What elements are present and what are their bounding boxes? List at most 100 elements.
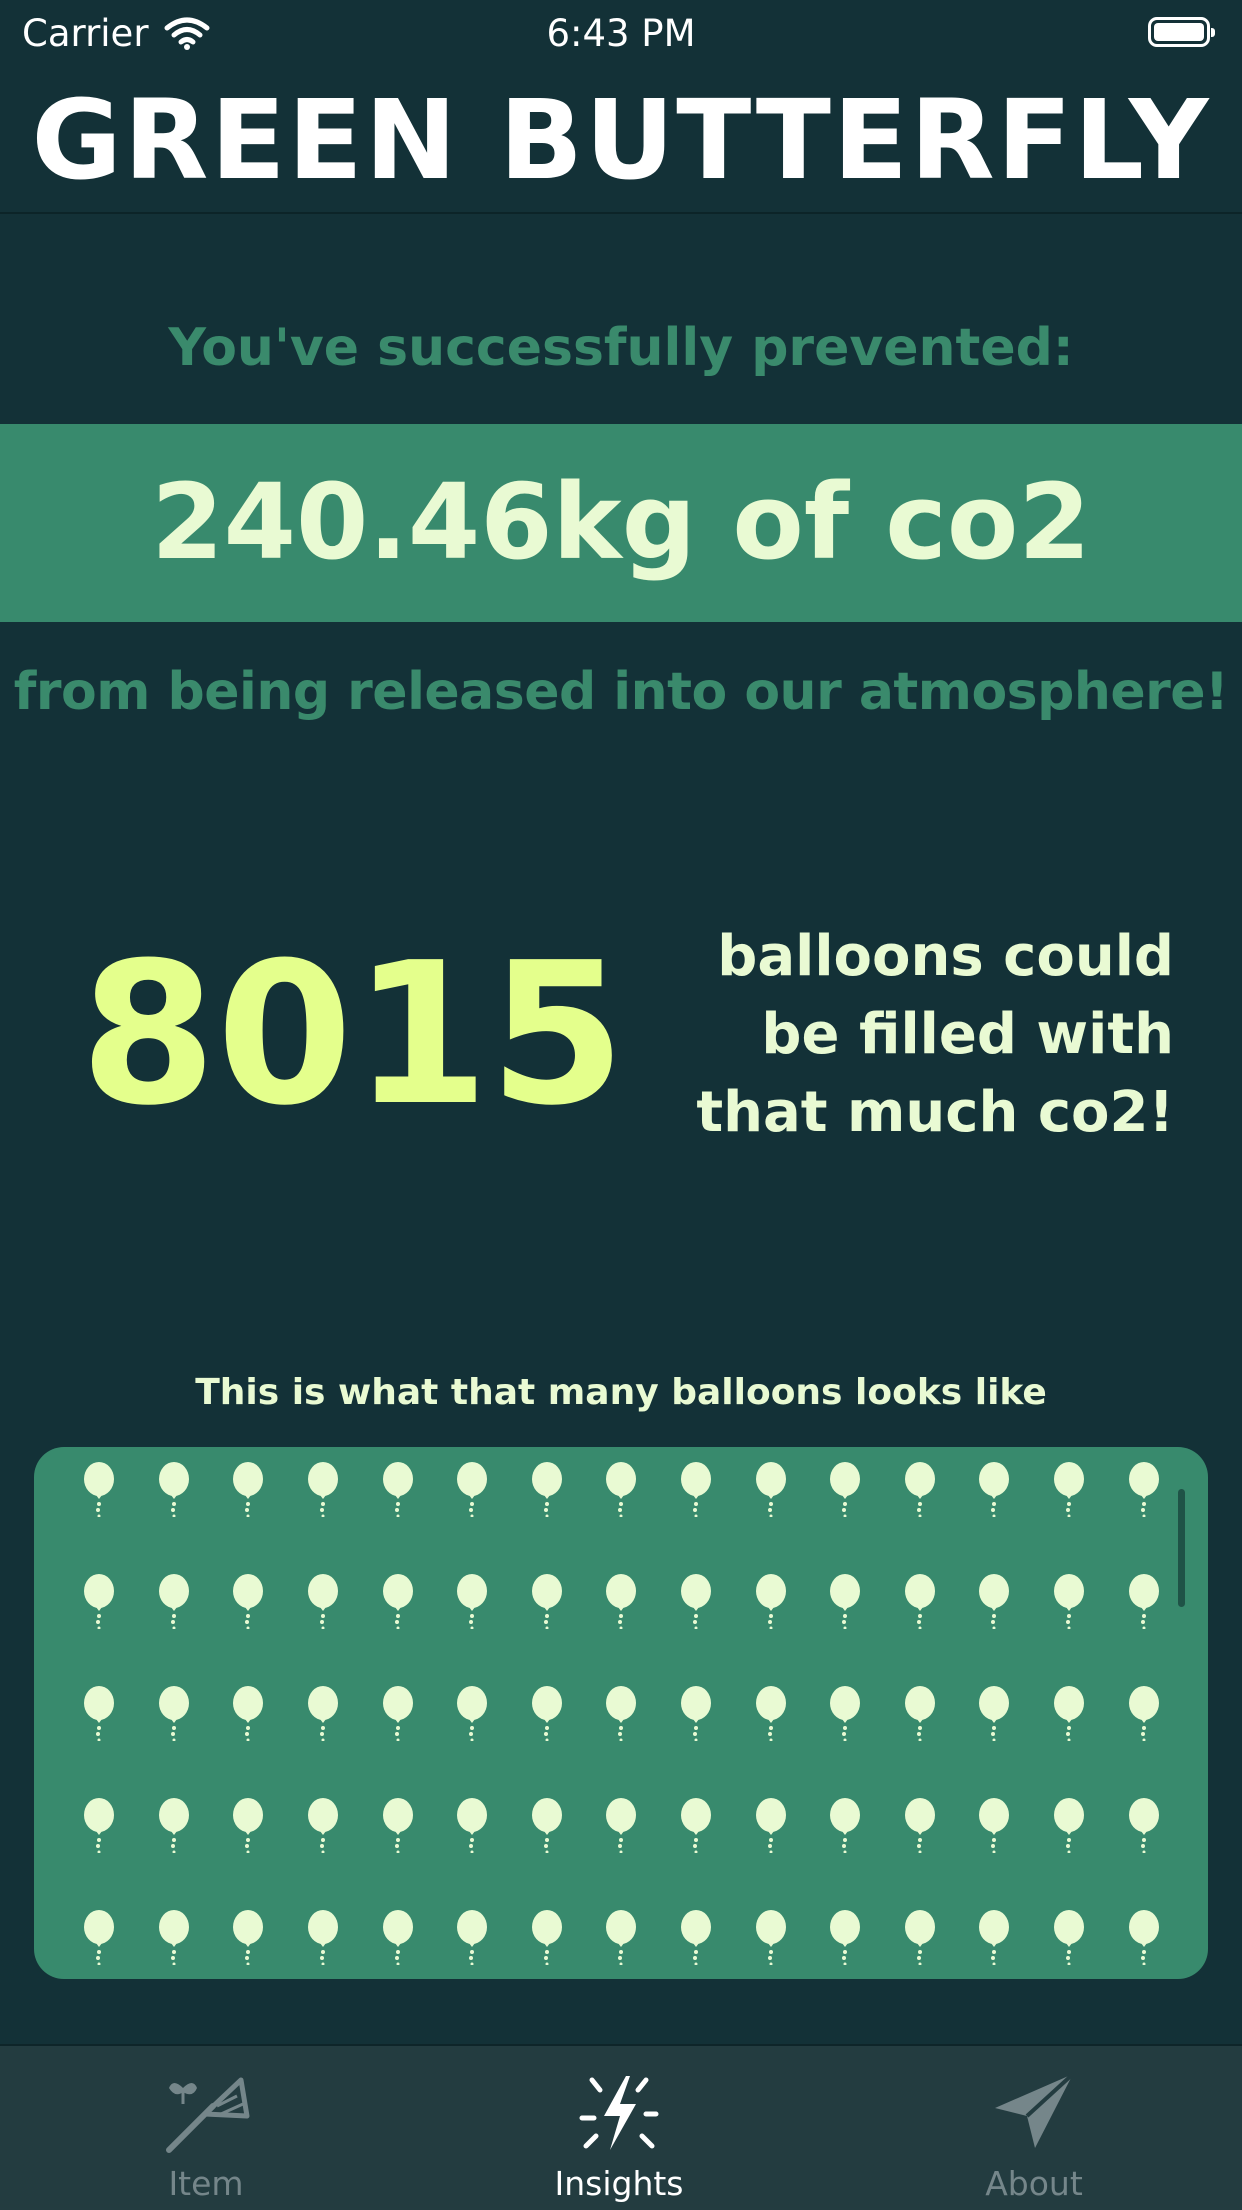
balloon-icon [979, 1574, 1010, 1629]
balloon-caption-line: be filled with [761, 1002, 1174, 1067]
balloon-icon [979, 1798, 1010, 1853]
balloon-icon [308, 1798, 339, 1853]
balloon-grid-title: This is what that many balloons looks li… [195, 1372, 1047, 1413]
balloon-icon [233, 1798, 264, 1853]
balloon-icon [755, 1798, 786, 1853]
app-header: GREEN BUTTERFLY [0, 68, 1242, 214]
balloon-icon [979, 1462, 1010, 1517]
balloon-icon [606, 1798, 637, 1853]
sparkle-bolt-icon [579, 2076, 659, 2150]
balloon-icon [382, 1686, 413, 1741]
balloon-icon [308, 1686, 339, 1741]
balloon-icon [830, 1798, 861, 1853]
balloon-icon [681, 1798, 712, 1853]
balloon-icon [681, 1462, 712, 1517]
balloon-icon [904, 1910, 935, 1965]
balloon-icon [979, 1686, 1010, 1741]
balloon-icon [158, 1574, 189, 1629]
balloon-icon [755, 1574, 786, 1629]
balloon-icon [755, 1686, 786, 1741]
balloon-caption: balloons could be filled with that much … [640, 918, 1174, 1152]
balloon-scroll-panel[interactable] [34, 1447, 1208, 1979]
tab-label: Item [168, 2164, 244, 2203]
balloon-icon [308, 1574, 339, 1629]
balloon-icon [1128, 1574, 1159, 1629]
balloon-icon [382, 1910, 413, 1965]
balloon-grid [62, 1461, 1181, 1979]
balloon-icon [904, 1574, 935, 1629]
balloon-icon [830, 1686, 861, 1741]
tab-bar: Item Insights About [0, 2044, 1242, 2210]
balloon-icon [233, 1910, 264, 1965]
balloon-caption-line: balloons could [717, 924, 1174, 989]
battery-icon [1148, 17, 1215, 47]
balloon-icon [1128, 1686, 1159, 1741]
balloon-icon [382, 1574, 413, 1629]
balloon-icon [606, 1462, 637, 1517]
tab-insights[interactable]: Insights [499, 2046, 739, 2210]
co2-amount-band: 240.46kg of co2 [0, 424, 1242, 622]
balloon-icon [681, 1574, 712, 1629]
balloon-icon [308, 1462, 339, 1517]
balloon-icon [233, 1686, 264, 1741]
balloon-icon [904, 1798, 935, 1853]
prevented-outro-text: from being released into our atmosphere! [13, 662, 1229, 722]
balloon-icon [979, 1910, 1010, 1965]
balloon-icon [84, 1798, 115, 1853]
balloon-icon [606, 1686, 637, 1741]
balloon-icon [681, 1910, 712, 1965]
balloon-icon [904, 1686, 935, 1741]
tab-label: About [985, 2164, 1083, 2203]
status-bar: Carrier 6:43 PM [0, 0, 1242, 68]
balloon-icon [830, 1910, 861, 1965]
balloon-icon [233, 1462, 264, 1517]
balloon-count: 8015 [80, 921, 626, 1149]
balloon-icon [531, 1910, 562, 1965]
prevented-intro-text: You've successfully prevented: [168, 318, 1074, 378]
scrollbar[interactable] [1178, 1489, 1185, 1607]
balloon-icon [755, 1462, 786, 1517]
balloon-icon [531, 1574, 562, 1629]
balloon-icon [457, 1686, 488, 1741]
balloon-icon [1054, 1574, 1085, 1629]
balloon-icon [531, 1462, 562, 1517]
balloon-icon [382, 1462, 413, 1517]
tab-item[interactable]: Item [86, 2046, 326, 2210]
balloon-icon [1128, 1462, 1159, 1517]
balloon-icon [84, 1574, 115, 1629]
balloon-icon [1054, 1686, 1085, 1741]
balloon-icon [158, 1798, 189, 1853]
balloon-icon [830, 1462, 861, 1517]
balloon-icon [158, 1686, 189, 1741]
balloon-icon [531, 1798, 562, 1853]
balloon-icon [308, 1910, 339, 1965]
balloon-icon [1054, 1798, 1085, 1853]
app-title: GREEN BUTTERFLY [31, 76, 1211, 204]
balloon-icon [158, 1462, 189, 1517]
balloon-icon [531, 1686, 562, 1741]
balloon-icon [457, 1798, 488, 1853]
balloon-icon [457, 1574, 488, 1629]
paper-plane-icon [995, 2072, 1075, 2148]
balloon-icon [457, 1910, 488, 1965]
balloon-icon [606, 1574, 637, 1629]
balloon-icon [84, 1686, 115, 1741]
balloon-icon [457, 1462, 488, 1517]
balloon-caption-line: that much co2! [696, 1080, 1174, 1145]
balloon-icon [681, 1686, 712, 1741]
balloon-icon [1054, 1910, 1085, 1965]
tab-about[interactable]: About [914, 2046, 1154, 2210]
balloon-icon [84, 1462, 115, 1517]
butterfly-net-icon [166, 2077, 250, 2153]
balloon-icon [606, 1910, 637, 1965]
balloon-icon [904, 1462, 935, 1517]
balloon-icon [84, 1910, 115, 1965]
tab-label: Insights [554, 2164, 684, 2203]
status-time: 6:43 PM [546, 12, 696, 55]
balloon-icon [233, 1574, 264, 1629]
balloon-icon [158, 1910, 189, 1965]
balloon-icon [1128, 1798, 1159, 1853]
balloon-icon [755, 1910, 786, 1965]
co2-amount-value: 240.46kg of co2 [151, 461, 1091, 583]
balloon-icon [830, 1574, 861, 1629]
